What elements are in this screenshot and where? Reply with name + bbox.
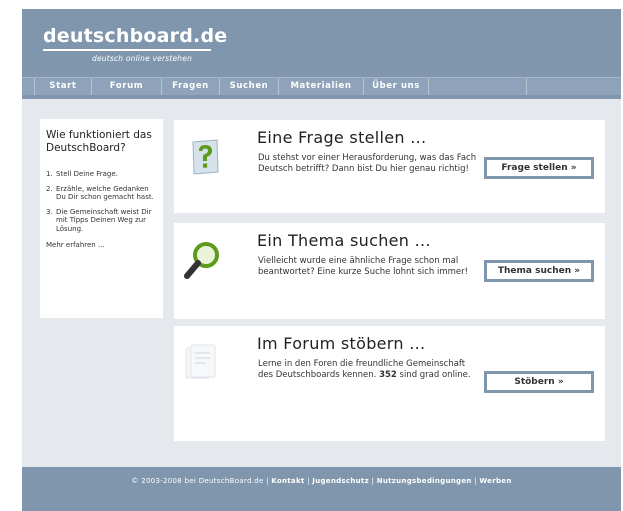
card-search-topic: Ein Thema suchen ... Vielleicht wurde ei… [174,223,605,319]
nav-item-suchen[interactable]: Suchen [220,78,279,95]
list-item: 3. Die Gemeinschaft weist Dir mit Tipps … [46,208,157,234]
card-text: Lerne in den Foren die freundliche Gemei… [258,359,478,381]
step-number: 1. [46,170,53,178]
card-browse-forum: Im Forum stöbern ... Lerne in den Foren … [174,326,605,441]
footer-line: © 2003-2008 bei DeutschBoard.de | Kontak… [22,477,621,485]
footer: © 2003-2008 bei DeutschBoard.de | Kontak… [22,467,621,511]
footer-link-nutzungsbedingungen[interactable]: Nutzungsbedingungen [377,477,472,485]
step-number: 2. [46,184,53,193]
search-topic-button[interactable]: Thema suchen » [484,260,594,282]
step-number: 3. [46,207,53,216]
footer-link-werben[interactable]: Werben [479,477,511,485]
nav-item-ueber-uns[interactable]: Über uns [364,78,429,95]
online-count: 352 [379,370,397,380]
nav-item-start[interactable]: Start [34,78,92,95]
list-item: 1. Stell Deine Frage. [46,170,157,179]
card-text-after: sind grad online. [399,370,471,380]
steps-list: 1. Stell Deine Frage. 2. Erzähle, welche… [46,170,157,233]
card-title: Eine Frage stellen ... [257,128,427,147]
step-text: Die Gemeinschaft weist Dir mit Tipps Dei… [56,207,152,233]
copyright-text: © 2003-2008 bei DeutschBoard.de [131,477,264,485]
separator: | [307,477,310,485]
ask-question-button[interactable]: Frage stellen » [484,157,594,179]
card-ask-question: Eine Frage stellen ... Du stehst vor ein… [174,120,605,213]
question-icon [190,138,220,180]
header: deutschboard.de deutsch online verstehen… [22,9,621,99]
separator: | [371,477,375,485]
card-text: Vielleicht wurde eine ähnliche Frage sch… [258,256,469,277]
nav-item-forum[interactable]: Forum [92,78,162,95]
card-title: Im Forum stöbern ... [257,334,426,353]
list-item: 2. Erzähle, welche Gedanken Du Dir schon… [46,185,157,202]
site-tagline: deutsch online verstehen [92,54,193,63]
documents-icon [184,344,218,388]
nav-item-materialien[interactable]: Materialien [279,78,364,95]
separator: | [474,477,477,485]
footer-link-jugendschutz[interactable]: Jugendschutz [312,477,369,485]
step-text: Erzähle, welche Gedanken Du Dir schon ge… [56,184,154,202]
magnifier-icon [182,240,222,288]
sidebar-how-it-works: Wie funktioniert das DeutschBoard? 1. St… [40,119,163,318]
main-nav: Start Forum Fragen Suchen Materialien Üb… [22,77,621,95]
nav-item-empty [429,78,527,95]
footer-link-kontakt[interactable]: Kontakt [271,477,304,485]
nav-item-fragen[interactable]: Fragen [162,78,220,95]
browse-forum-button[interactable]: Stöbern » [484,371,594,393]
page: deutschboard.de deutsch online verstehen… [0,0,623,511]
card-title: Ein Thema suchen ... [257,231,431,250]
main-content: Wie funktioniert das DeutschBoard? 1. St… [22,99,621,467]
card-text: Du stehst vor einer Herausforderung, was… [258,153,477,174]
separator: | [266,477,269,485]
logo-underline [43,49,211,51]
step-text: Stell Deine Frage. [56,170,118,178]
more-info-link[interactable]: Mehr erfahren ... [46,241,157,249]
sidebar-title: Wie funktioniert das DeutschBoard? [46,129,152,154]
site-logo[interactable]: deutschboard.de [43,25,227,47]
